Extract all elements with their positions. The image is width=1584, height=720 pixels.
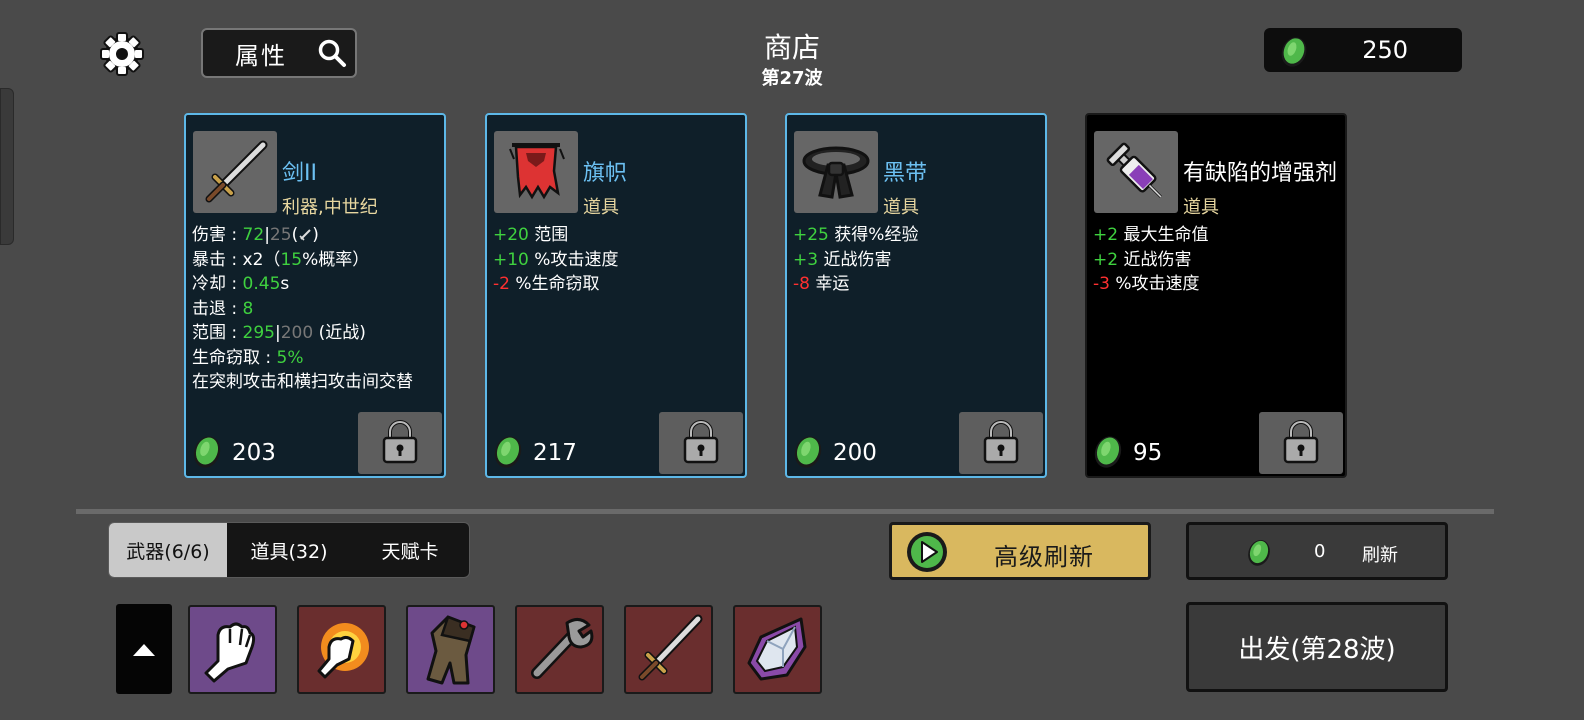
lock-button[interactable]	[1259, 412, 1343, 474]
item-name: 黑带	[883, 161, 928, 186]
syringe-icon	[1106, 142, 1162, 198]
coin-icon	[1245, 536, 1273, 568]
effect-row: +2 近战伤害	[1093, 249, 1192, 270]
advanced-refresh-label: 高级刷新	[994, 543, 1094, 571]
refresh-cost: 0	[1314, 541, 1326, 562]
currency-display: 250	[1264, 28, 1462, 72]
section-divider	[76, 509, 1494, 514]
item-price: 95	[1133, 440, 1163, 466]
stat-lifesteal: 生命窃取 : 5%	[192, 347, 304, 368]
item-effects: +25 获得%经验 +3 近战伤害 -8 幸运	[793, 223, 918, 297]
wrench-icon	[531, 618, 594, 679]
stat-knockback: 击退 : 8	[192, 298, 254, 319]
item-type: 道具	[883, 197, 919, 218]
shop-card-2[interactable]: 旗帜 道具 +20 范围 +10 %攻击速度 -2 %生命窃取 217	[485, 113, 747, 478]
flaming-fist-icon	[317, 623, 369, 679]
coin-icon	[491, 432, 525, 472]
currency-amount: 250	[1362, 36, 1408, 64]
expand-inventory-button[interactable]	[116, 604, 172, 694]
item-image	[494, 131, 578, 213]
weapon-slot-5[interactable]	[624, 605, 713, 694]
coin-icon	[1091, 432, 1125, 472]
weapon-slot-1[interactable]	[188, 605, 277, 694]
lock-icon	[382, 420, 418, 464]
item-image	[193, 131, 277, 213]
item-description: 在突刺攻击和横扫攻击间交替	[192, 372, 413, 392]
stat-damage: 伤害 : 72|25()	[192, 225, 319, 245]
lock-icon	[1283, 420, 1319, 464]
stat-range: 范围 : 295|200 (近战)	[192, 323, 366, 343]
play-icon	[907, 532, 947, 572]
item-price: 200	[833, 440, 877, 466]
item-image	[794, 131, 878, 213]
lock-button[interactable]	[659, 412, 743, 474]
coin-icon	[791, 432, 825, 472]
black-belt-icon	[802, 146, 870, 199]
shop-card-1[interactable]: 剑II 利器,中世纪 伤害 : 72|25() 暴击 : x2（15%概率） 冷…	[184, 113, 446, 478]
weapon-slot-4[interactable]	[515, 605, 604, 694]
item-effects: +20 范围 +10 %攻击速度 -2 %生命窃取	[493, 223, 618, 297]
fist-icon	[204, 622, 256, 683]
item-effects: +2 最大生命值 +2 近战伤害 -3 %攻击速度	[1093, 223, 1208, 297]
banner-icon	[509, 143, 565, 200]
weapon-slot-3[interactable]	[406, 605, 495, 694]
coin-icon	[1278, 33, 1310, 69]
tab-items[interactable]: 道具(32)	[227, 523, 351, 577]
search-icon	[318, 39, 346, 67]
item-type: 利器,中世纪	[282, 197, 378, 218]
effect-row: -8 幸运	[793, 274, 850, 294]
wave-label: 第27波	[761, 68, 823, 89]
item-type: 道具	[583, 197, 619, 218]
settings-gear-icon[interactable]	[100, 32, 144, 76]
item-type: 道具	[1183, 197, 1219, 218]
effect-row: +10 %攻击速度	[493, 249, 619, 270]
stats-button-label: 属性	[235, 41, 287, 70]
sword-icon	[638, 614, 703, 681]
stat-cooldown: 冷却 : 0.45s	[192, 274, 290, 294]
item-image	[1094, 131, 1178, 213]
lock-button[interactable]	[959, 412, 1043, 474]
shop-card-3[interactable]: 黑带 道具 +25 获得%经验 +3 近战伤害 -8 幸运 200	[785, 113, 1047, 478]
advanced-refresh-button[interactable]: 高级刷新	[889, 522, 1151, 580]
item-stats: 伤害 : 72|25() 暴击 : x2（15%概率） 冷却 : 0.45s 击…	[192, 223, 413, 395]
stat-crit: 暴击 : x2（15%概率）	[192, 249, 370, 270]
small-sword-icon	[299, 229, 311, 241]
item-name: 有缺陷的增强剂	[1183, 161, 1338, 186]
crystal-shard-icon	[747, 617, 807, 681]
sword-icon	[205, 140, 268, 203]
start-next-wave-button[interactable]: 出发(第28波)	[1186, 602, 1448, 692]
refresh-label: 刷新	[1362, 545, 1398, 566]
refresh-button[interactable]: 0 刷新	[1186, 522, 1448, 580]
effect-row: -2 %生命窃取	[493, 274, 600, 294]
tab-weapons[interactable]: 武器(6/6)	[109, 523, 227, 577]
effect-row: +3 近战伤害	[793, 249, 892, 270]
item-price: 203	[232, 440, 276, 466]
item-price: 217	[533, 440, 577, 466]
effect-row: +25 获得%经验	[793, 225, 919, 245]
coin-icon	[190, 432, 224, 472]
effect-row: +20 范围	[493, 225, 569, 245]
arrow-up-icon	[133, 644, 155, 656]
tab-talent-cards[interactable]: 天赋卡	[351, 523, 469, 577]
effect-row: -3 %攻击速度	[1093, 274, 1200, 294]
shop-card-4[interactable]: 有缺陷的增强剂 道具 +2 最大生命值 +2 近战伤害 -3 %攻击速度 95	[1085, 113, 1347, 478]
page-title: 商店	[763, 31, 820, 64]
lock-icon	[683, 420, 719, 464]
inventory-tabs: 武器(6/6) 道具(32) 天赋卡	[108, 522, 470, 578]
effect-row: +2 最大生命值	[1093, 225, 1209, 245]
lock-icon	[983, 420, 1019, 464]
stats-button[interactable]: 属性	[201, 28, 357, 78]
weapon-slot-6[interactable]	[733, 605, 822, 694]
lock-button[interactable]	[358, 412, 442, 474]
weapon-slot-2[interactable]	[297, 605, 386, 694]
gauntlet-icon	[426, 615, 476, 685]
item-name: 剑II	[282, 161, 317, 186]
item-name: 旗帜	[583, 161, 628, 186]
side-drawer-handle[interactable]	[0, 88, 14, 245]
